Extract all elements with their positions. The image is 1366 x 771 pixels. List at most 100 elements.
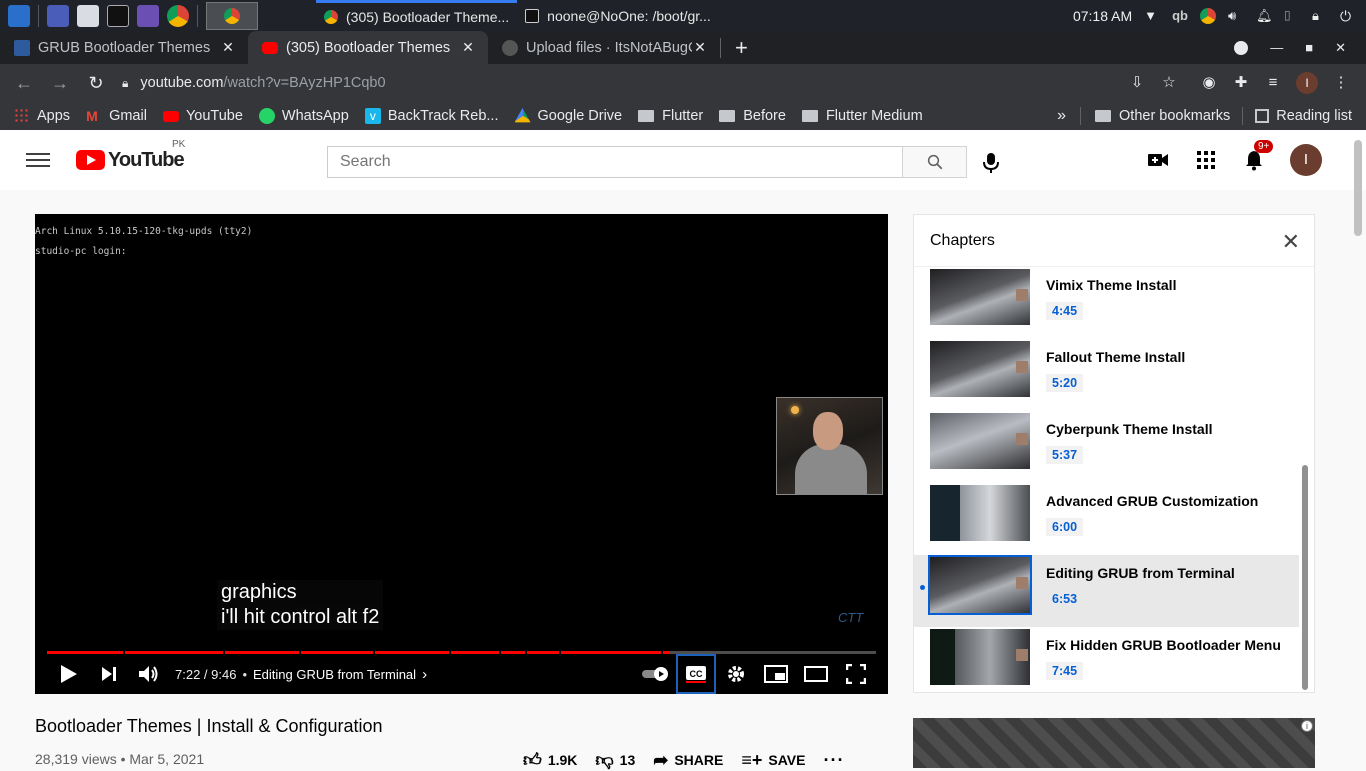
qbittorrent-icon[interactable]: qb [1172,8,1188,23]
hamburger-menu-icon[interactable] [26,149,50,171]
chapter-info: Fix Hidden GRUB Bootloader Menu 7:45 [1046,637,1281,680]
clock[interactable]: 07:18 AM [1073,8,1132,24]
close-tab-icon[interactable]: ✕ [220,39,236,56]
channel-watermark[interactable]: CTT [838,610,863,625]
kali-menu-icon[interactable] [8,4,30,27]
extensions-icon[interactable]: ✚ [1232,74,1250,92]
reload-icon[interactable]: ↻ [80,73,112,94]
volume-icon[interactable]: 🔊︎ [1228,8,1244,24]
close-tab-icon[interactable]: ✕ [692,39,708,56]
chapter-title: Editing GRUB from Terminal [1046,565,1235,581]
bookmark-label: Other bookmarks [1119,108,1231,124]
chapter-timestamp[interactable]: 5:20 [1046,374,1084,392]
apps-grid-icon[interactable] [1194,148,1218,172]
settings-button[interactable] [716,654,756,694]
ad-info-icon[interactable]: i [1301,720,1313,732]
chapter-item[interactable]: Vimix Theme Install 4:45 [914,267,1299,339]
bookmark-google-drive[interactable]: Google Drive [507,108,631,124]
search-input[interactable] [327,146,903,178]
profile-avatar[interactable]: I [1296,72,1318,94]
github-favicon-icon [502,39,518,56]
tab-youtube[interactable]: (305) Bootloader Themes ✕ [248,31,488,64]
chapter-item[interactable]: Cyberpunk Theme Install 5:37 [914,411,1299,483]
mute-button[interactable] [129,654,169,694]
chrome-tray-icon[interactable] [1200,7,1216,24]
new-tab-button[interactable]: + [721,31,762,64]
chapter-item[interactable]: Fix Hidden GRUB Bootloader Menu 7:45 [914,627,1299,693]
theater-mode-button[interactable] [796,654,836,694]
bookmark-star-icon[interactable]: ☆ [1160,74,1178,92]
tab-github-upload[interactable]: Upload files · ItsNotABugC ✕ [488,31,720,64]
taskbar-task-chrome[interactable]: (305) Bootloader Theme... [316,0,518,31]
ad-banner[interactable]: i [913,718,1315,768]
miniplayer-button[interactable] [756,654,796,694]
play-button[interactable] [49,654,89,694]
notifications-icon[interactable]: 🔔︎ [1256,8,1273,24]
page-scrollbar[interactable] [1354,140,1362,236]
bookmark-other[interactable]: Other bookmarks [1087,108,1238,124]
wifi-icon[interactable]: ▼ [1144,8,1160,24]
close-icon[interactable]: ✕ [1282,229,1300,255]
more-actions-icon[interactable]: ··· [823,750,844,771]
fullscreen-button[interactable] [836,654,876,694]
file-manager-icon[interactable] [77,4,99,27]
maximize-icon[interactable]: ■ [1305,40,1313,55]
current-chapter-button[interactable]: Editing GRUB from Terminal › [253,666,427,683]
power-manager-icon[interactable]: ▯ [1284,8,1300,24]
vpn-extension-icon[interactable]: ◉ [1200,74,1218,92]
active-window-button[interactable] [206,1,258,30]
minimize-icon[interactable]: — [1270,40,1283,55]
chapter-item[interactable]: Advanced GRUB Customization 6:00 [914,483,1299,555]
tab-search-icon[interactable] [1234,40,1249,55]
power-icon[interactable]: ⏻ [1340,8,1356,24]
bookmark-gmail[interactable]: M Gmail [78,108,155,124]
chapter-timestamp[interactable]: 4:45 [1046,302,1084,320]
media-controls-icon[interactable]: ≡ [1264,74,1282,92]
chapter-timestamp[interactable]: 5:37 [1046,446,1084,464]
desktop-icon[interactable] [47,4,69,27]
close-tab-icon[interactable]: ✕ [460,39,476,56]
next-button[interactable] [89,654,129,694]
share-button[interactable]: ➦ SHARE [653,750,723,771]
lock-icon[interactable]: 🔒︎ [122,76,128,91]
captions-button[interactable]: CC [676,654,716,694]
lock-icon[interactable]: 🔒︎ [1312,8,1328,24]
forward-icon[interactable]: → [44,73,76,94]
bookmark-apps[interactable]: Apps [0,108,78,124]
bookmark-folder-flutter-medium[interactable]: Flutter Medium [794,108,931,124]
time-separator: • [242,666,248,682]
tab-grub-themes[interactable]: GRUB Bootloader Themes ✕ [0,31,248,64]
save-button[interactable]: ≡+ SAVE [741,750,805,771]
youtube-logo[interactable]: YouTube PK [76,139,185,172]
bookmarks-overflow-button[interactable]: » [1049,107,1074,125]
bookmark-whatsapp[interactable]: WhatsApp [251,108,357,124]
autoplay-toggle[interactable] [636,654,676,694]
reading-list-button[interactable]: Reading list [1247,108,1360,124]
taskbar-task-terminal[interactable]: noone@NoOne: /boot/gr... [517,0,719,31]
bookmark-backtrack[interactable]: v BackTrack Reb... [357,108,507,124]
install-app-icon[interactable]: ⇩ [1128,74,1146,92]
back-icon[interactable]: ← [8,73,40,94]
bookmark-youtube[interactable]: YouTube [155,108,251,124]
search-button[interactable] [902,146,967,178]
bookmark-folder-flutter[interactable]: Flutter [630,108,711,124]
terminal-icon[interactable] [107,4,129,27]
chapter-timestamp[interactable]: 6:00 [1046,518,1084,536]
bookmark-folder-before[interactable]: Before [711,108,794,124]
omnibox[interactable]: 🔒︎ youtube.com /watch?v=BAyzHP1Cqb0 [122,68,1122,98]
folder-icon [801,110,818,122]
screen-recorder-icon[interactable] [137,4,159,27]
create-video-icon[interactable] [1146,148,1170,172]
microphone-icon[interactable] [982,152,1000,174]
menu-kebab-icon[interactable]: ⋮ [1332,74,1350,92]
close-window-icon[interactable]: ✕ [1335,40,1346,56]
chapters-scrollbar[interactable] [1302,465,1308,690]
chapter-item-active[interactable]: Editing GRUB from Terminal 6:53 [914,555,1299,627]
chrome-launcher-icon[interactable] [167,4,189,27]
chapter-timestamp[interactable]: 6:53 [1046,590,1084,608]
video-player[interactable]: Arch Linux 5.10.15-120-tkg-upds (tty2) s… [35,214,888,694]
account-avatar[interactable]: I [1290,144,1322,176]
chapter-timestamp[interactable]: 7:45 [1046,662,1084,680]
notifications-button[interactable]: 9+ [1242,140,1274,172]
chapter-item[interactable]: Fallout Theme Install 5:20 [914,339,1299,411]
